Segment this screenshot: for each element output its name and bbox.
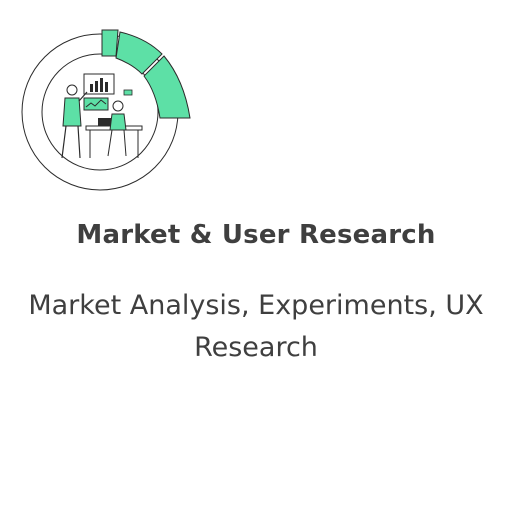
- card-title: Market & User Research: [76, 220, 436, 250]
- card-subtitle: Market Analysis, Experiments, UX Researc…: [28, 290, 484, 363]
- service-card: Market & User Research Market Analysis, …: [0, 0, 512, 512]
- research-illustration-icon: [21, 29, 191, 191]
